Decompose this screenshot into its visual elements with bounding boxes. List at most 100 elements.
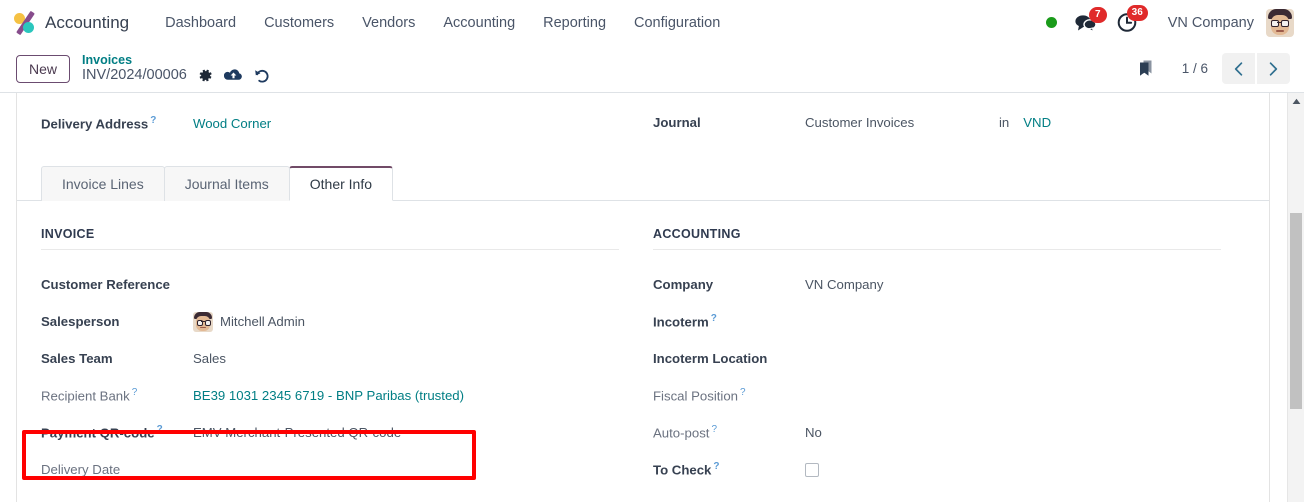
breadcrumb-current-record: INV/2024/00006 [82, 67, 187, 84]
field-label-incoterm: Incoterm? [653, 313, 805, 329]
field-value-salesperson[interactable]: Mitchell Admin [193, 311, 305, 332]
field-label-customer-reference: Customer Reference [41, 277, 170, 292]
field-label-payment-qr-code: Payment QR-code? [41, 424, 193, 440]
vertical-scrollbar[interactable] [1287, 93, 1304, 502]
other-info-panel: INVOICE Customer Reference Salesperson M… [41, 201, 1245, 488]
breadcrumb-parent-invoices[interactable]: Invoices [82, 53, 270, 68]
field-label-salesperson: Salesperson [41, 314, 120, 329]
tab-other-info[interactable]: Other Info [288, 166, 394, 201]
help-icon[interactable]: ? [740, 387, 746, 398]
pager-previous-button[interactable] [1222, 53, 1255, 84]
nav-link-reporting[interactable]: Reporting [529, 9, 620, 37]
field-sales-team[interactable]: Sales Team Sales [41, 340, 643, 377]
field-value-currency[interactable]: VND [1023, 115, 1051, 130]
field-incoterm[interactable]: Incoterm? [653, 303, 1245, 340]
field-label-incoterm-location: Incoterm Location [653, 351, 768, 366]
app-brand-name[interactable]: Accounting [45, 13, 129, 33]
field-value-due-date[interactable]: 09/05/2024 [805, 99, 871, 100]
field-value-company[interactable]: VN Company [805, 277, 883, 292]
invoice-group: INVOICE Customer Reference Salesperson M… [41, 227, 643, 488]
field-value-recipient-bank[interactable]: BE39 1031 2345 6719 - BNP Paribas (trust… [193, 388, 464, 403]
field-salesperson[interactable]: Salesperson Mitchell Admin [41, 303, 643, 340]
tab-invoice-lines[interactable]: Invoice Lines [41, 166, 165, 201]
field-incoterm-location[interactable]: Incoterm Location [653, 340, 1245, 377]
field-to-check[interactable]: To Check? [653, 451, 1245, 488]
field-value-journal[interactable]: Customer Invoices [805, 115, 977, 130]
invoice-group-title: INVOICE [41, 227, 619, 250]
gear-icon[interactable] [198, 68, 213, 83]
scroll-up-arrow-icon[interactable] [1288, 93, 1304, 110]
field-value-to-check[interactable] [805, 462, 819, 477]
pager-count[interactable]: 1 / 6 [1182, 61, 1208, 76]
field-value-auto-post[interactable]: No [805, 425, 822, 440]
field-payment-qr-code[interactable]: Payment QR-code? EMV Merchant-Presented … [41, 414, 643, 451]
incoterm-label-text: Incoterm [653, 314, 709, 330]
help-icon[interactable]: ? [150, 115, 156, 126]
journal-currency-in-text: in [999, 115, 1010, 130]
accounting-group: ACCOUNTING Company VN Company Incoterm? [643, 227, 1245, 488]
nav-link-accounting[interactable]: Accounting [429, 9, 529, 37]
field-label-delivery-address: Delivery Address? [41, 115, 193, 131]
field-recipient-bank[interactable]: Recipient Bank? BE39 1031 2345 6719 - BN… [41, 377, 643, 414]
pager-next-button[interactable] [1257, 53, 1290, 84]
field-customer-reference[interactable]: Customer Reference [41, 266, 643, 303]
scrollbar-thumb[interactable] [1290, 213, 1302, 409]
chevron-left-icon [1234, 61, 1243, 76]
online-status-icon [1045, 17, 1057, 28]
messages-badge: 7 [1088, 6, 1107, 23]
nav-link-dashboard[interactable]: Dashboard [151, 9, 250, 37]
field-fiscal-position[interactable]: Fiscal Position? [653, 377, 1245, 414]
undo-icon[interactable] [254, 68, 270, 84]
notebook-tabs: Invoice Lines Journal Items Other Info [17, 165, 1269, 201]
help-icon[interactable]: ? [157, 424, 163, 435]
nav-link-customers[interactable]: Customers [250, 9, 348, 37]
odoo-logo-icon[interactable] [12, 10, 38, 36]
new-record-button[interactable]: New [16, 54, 71, 83]
top-right-column: Due Date 09/05/2024 Journal Customer Inv… [643, 99, 1245, 145]
main-nav-links: Dashboard Customers Vendors Accounting R… [151, 9, 734, 37]
to-check-label-text: To Check [653, 462, 712, 478]
breadcrumb: Invoices INV/2024/00006 [82, 53, 270, 85]
clipped-left-spacer [41, 99, 643, 111]
help-icon[interactable]: ? [711, 313, 717, 324]
top-navbar: Accounting Dashboard Customers Vendors A… [0, 0, 1304, 45]
fiscal-position-label-text: Fiscal Position [653, 388, 739, 404]
field-label-fiscal-position: Fiscal Position? [653, 387, 805, 403]
bookmark-icon[interactable] [1136, 59, 1156, 79]
form-content-area: Delivery Address? Wood Corner Due Date 0… [0, 93, 1304, 502]
field-value-sales-team[interactable]: Sales [193, 351, 226, 366]
user-avatar[interactable] [1266, 8, 1294, 37]
field-delivery-address[interactable]: Delivery Address? Wood Corner [41, 111, 643, 145]
field-company[interactable]: Company VN Company [653, 266, 1245, 303]
cloud-upload-icon[interactable] [223, 68, 243, 83]
field-value-payment-qr-code[interactable]: EMV Merchant-Presented QR-code [193, 425, 401, 440]
navbar-right-cluster: 7 36 VN Company [1032, 5, 1294, 37]
field-label-due-date: Due Date [653, 99, 805, 100]
to-check-checkbox[interactable] [805, 462, 819, 477]
notebook: Invoice Lines Journal Items Other Info I… [17, 165, 1269, 488]
tab-journal-items[interactable]: Journal Items [163, 166, 290, 201]
field-delivery-date[interactable]: Delivery Date [41, 451, 643, 488]
field-journal[interactable]: Journal Customer Invoices in VND [653, 111, 1245, 145]
help-icon[interactable]: ? [713, 461, 719, 472]
pager-area: 1 / 6 [1136, 53, 1290, 84]
field-label-company: Company [653, 277, 714, 292]
control-panel: New Invoices INV/2024/00006 1 / 6 [0, 45, 1304, 93]
recipient-bank-label-text: Recipient Bank [41, 388, 130, 404]
help-icon[interactable]: ? [711, 424, 717, 435]
top-left-column: Delivery Address? Wood Corner [41, 99, 643, 145]
field-label-recipient-bank: Recipient Bank? [41, 387, 193, 403]
activities-badge: 36 [1126, 5, 1148, 21]
field-value-delivery-address[interactable]: Wood Corner [193, 116, 271, 131]
messages-button[interactable]: 7 [1071, 6, 1113, 32]
field-auto-post[interactable]: Auto-post? No [653, 414, 1245, 451]
chevron-right-icon [1269, 61, 1278, 76]
field-label-to-check: To Check? [653, 461, 805, 477]
activities-button[interactable]: 36 [1113, 5, 1154, 33]
company-switcher[interactable]: VN Company [1168, 15, 1254, 31]
nav-link-configuration[interactable]: Configuration [620, 9, 734, 37]
nav-link-vendors[interactable]: Vendors [348, 9, 429, 37]
payment-qr-code-label-text: Payment QR-code [41, 425, 155, 441]
field-due-date-clipped[interactable]: Due Date 09/05/2024 [653, 99, 1245, 111]
help-icon[interactable]: ? [132, 387, 138, 398]
